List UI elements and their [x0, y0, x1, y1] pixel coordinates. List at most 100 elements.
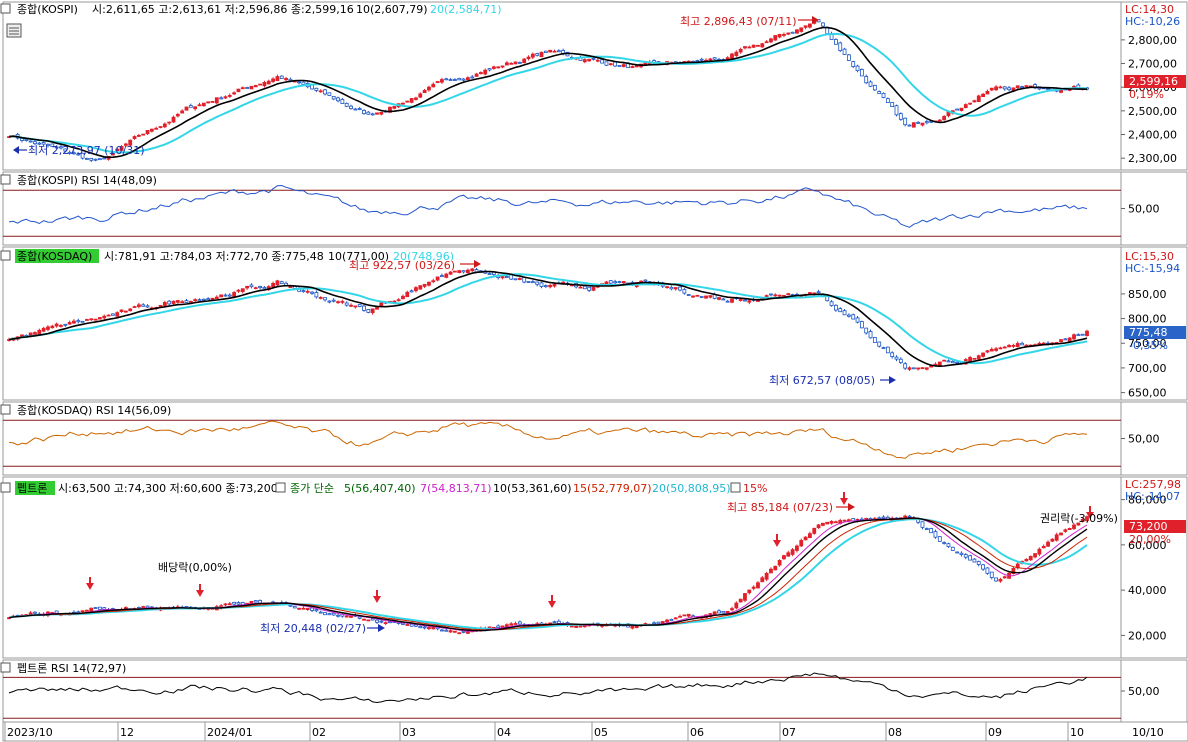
kosdaq-candle [539, 282, 544, 287]
kospi-candle [167, 121, 172, 124]
pep-candle [955, 551, 960, 554]
kospi-candle [98, 158, 102, 161]
kospi-candle [872, 84, 877, 91]
kospi-candle [223, 96, 228, 99]
kospi-candle [756, 44, 760, 47]
kosdaq-candle [422, 283, 427, 287]
kospi-candle [279, 75, 284, 80]
kosdaq-candle [219, 294, 224, 298]
pep-candle [556, 620, 561, 624]
kosdaq-candle [171, 300, 176, 304]
kosdaq-candle [994, 348, 998, 351]
x-tick-label: 07 [782, 726, 796, 739]
kosdaq-candle [976, 355, 981, 360]
pep-candle [461, 631, 466, 633]
kosdaq-candle [50, 325, 55, 329]
kospi-candle [314, 87, 319, 91]
kospi-candle [266, 80, 271, 85]
kosdaq-candle [552, 283, 557, 287]
pep-candle [760, 577, 765, 583]
kosdaq-candle [613, 281, 618, 284]
kospi-settings-icon[interactable] [6, 23, 22, 38]
kosdaq-candle [63, 323, 68, 326]
kospi-candle [699, 58, 704, 61]
kospi-candle [548, 49, 553, 53]
kospi-candle [440, 79, 444, 83]
kosdaq-candle [522, 277, 527, 283]
kosdaq-candle [885, 346, 890, 354]
kosdaq-candle [859, 321, 864, 329]
x-tick-label: 08 [888, 726, 902, 739]
kosdaq-candle [158, 304, 163, 307]
kospi-candle [344, 102, 349, 107]
pep-candle [370, 618, 375, 621]
y-tick-label: 850,00 [1128, 288, 1167, 301]
x-tick-label: 03 [402, 726, 416, 739]
kosdaq-candle [617, 281, 622, 284]
pep-header-ohlc: 시:63,500 고:74,300 저:60,600 종:73,200 [58, 482, 278, 495]
pep-candle [33, 611, 37, 614]
kospi-candle [591, 57, 596, 60]
pep-candle [786, 552, 791, 557]
kospi-candle [911, 122, 916, 128]
pep-candle [656, 621, 661, 624]
kosdaq-candle [253, 287, 258, 290]
kosdaq-candle [37, 329, 42, 335]
kospi-candle [842, 48, 847, 55]
kosdaq-candle [1002, 346, 1007, 349]
pep-header-ma15: 15(52,779,07) [573, 482, 652, 495]
pep-candle [310, 607, 314, 611]
pep-candle [453, 630, 457, 633]
pep-candle [1028, 556, 1033, 561]
pep-candle [1050, 538, 1055, 542]
kospi-candle [457, 77, 462, 81]
kospi-candle [275, 76, 280, 82]
kospi-candle [249, 85, 254, 90]
pep-candle [842, 519, 847, 522]
kospi-candle [405, 100, 410, 103]
kosdaq-candle [669, 286, 674, 290]
pep-candle [764, 572, 769, 580]
pep-candle [227, 603, 232, 606]
y-tick-label: 2,800,00 [1128, 34, 1177, 47]
kospi-candle [232, 92, 237, 95]
kosdaq-candle [1059, 339, 1063, 343]
kosdaq-candle [123, 310, 128, 313]
kosdaq-candle [513, 278, 518, 281]
y-tick-label: 50,00 [1128, 433, 1160, 446]
kospi-candle [846, 54, 851, 61]
kosdaq-candle [829, 301, 834, 306]
kosdaq-candle [41, 327, 46, 332]
kosdaq-header-ohlc: 시:781,91 고:784,03 저:772,70 종:775,48 [104, 250, 324, 263]
kosdaq-candle [275, 280, 280, 286]
y-tick-label: 50,00 [1128, 685, 1160, 698]
x-tick-label: 2023/10 [7, 726, 53, 739]
kospi-candle [522, 58, 527, 64]
pep-candle [1059, 532, 1063, 536]
pep-candle [232, 601, 237, 605]
kospi-candle [379, 111, 384, 115]
kospi-candle [162, 123, 167, 128]
pep-candle [513, 623, 518, 625]
pep-candle [98, 606, 102, 610]
pep-candle [963, 554, 968, 558]
kospi-candle [227, 95, 232, 97]
x-tick-label: 09 [988, 726, 1002, 739]
kosdaq-rsi-title: 종합(KOSDAQ) RSI 14(56,09) [17, 404, 171, 417]
pep-candle [431, 626, 436, 630]
stock-chart[interactable]: 2,800,002,700,002,600,002,500,002,400,00… [0, 0, 1188, 742]
kosdaq-candle [591, 286, 596, 291]
kosdaq-candle [1015, 343, 1020, 347]
pep-candle [517, 621, 522, 625]
kospi-candle [890, 102, 895, 108]
kospi-candle [184, 106, 189, 111]
y-tick-label: 50,00 [1128, 203, 1160, 216]
kospi-candle [193, 106, 198, 110]
kosdaq-candle [890, 352, 895, 358]
kospi-price-tag-text: 2,599,16 [1129, 75, 1178, 88]
y-tick-label: 2,500,00 [1128, 105, 1177, 118]
kosdaq-hc: HC:-15,94 [1125, 262, 1180, 275]
kospi-candle [1024, 85, 1029, 88]
kosdaq-header-name: 종합(KOSDAQ) [17, 250, 92, 263]
pep-candle [630, 625, 635, 629]
